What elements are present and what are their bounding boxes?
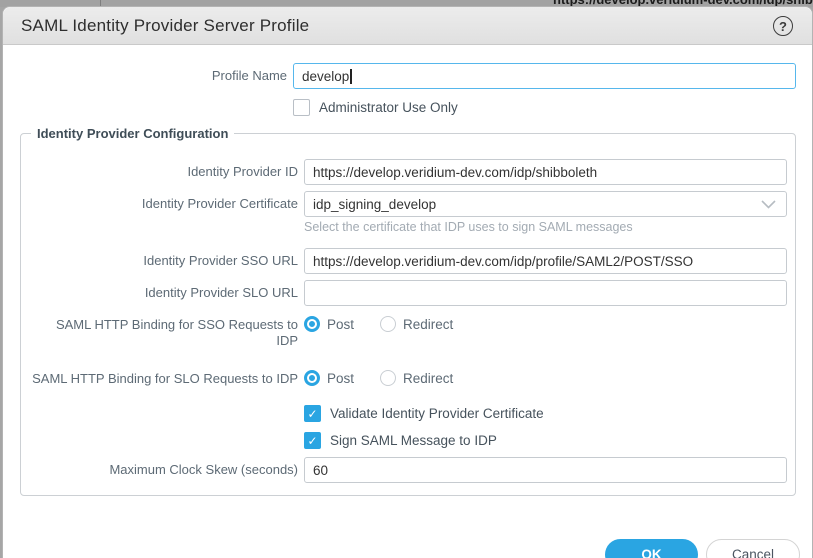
- dialog-title: SAML Identity Provider Server Profile: [21, 16, 309, 36]
- clock-skew-label: Maximum Clock Skew (seconds): [21, 462, 304, 478]
- dialog-body: Profile Name develop ✓ Administrator Use…: [3, 45, 812, 558]
- dialog-titlebar: SAML Identity Provider Server Profile ?: [3, 7, 812, 45]
- validate-cert-label: Validate Identity Provider Certificate: [330, 406, 544, 421]
- profile-name-row: Profile Name develop: [3, 63, 812, 89]
- clock-skew-input[interactable]: 60: [304, 457, 787, 483]
- radio-button-icon: [304, 316, 320, 332]
- radio-button-icon: [380, 316, 396, 332]
- idp-id-label: Identity Provider ID: [21, 164, 304, 180]
- text-cursor: [350, 69, 352, 84]
- dialog-footer: OK Cancel: [3, 539, 812, 558]
- ok-button[interactable]: OK: [605, 539, 698, 558]
- slo-binding-post-option[interactable]: Post: [304, 370, 354, 386]
- identity-provider-configuration-section: Identity Provider Configuration Identity…: [20, 126, 796, 496]
- sign-saml-label: Sign SAML Message to IDP: [330, 433, 497, 448]
- sso-binding-label: SAML HTTP Binding for SSO Requests to ID…: [21, 315, 304, 349]
- idp-id-input[interactable]: https://develop.veridium-dev.com/idp/shi…: [304, 159, 787, 185]
- idp-certificate-hint: Select the certificate that IDP uses to …: [304, 217, 633, 234]
- help-icon[interactable]: ?: [773, 16, 793, 36]
- idp-sso-url-row: Identity Provider SSO URL https://develo…: [21, 248, 787, 274]
- sso-binding-redirect-option[interactable]: Redirect: [380, 316, 453, 332]
- idp-certificate-value: idp_signing_develop: [313, 197, 761, 212]
- cancel-button[interactable]: Cancel: [706, 539, 800, 558]
- check-icon: ✓: [307, 408, 317, 420]
- clock-skew-row: Maximum Clock Skew (seconds) 60: [21, 457, 787, 483]
- idp-slo-url-input[interactable]: [304, 280, 787, 306]
- saml-idp-profile-dialog: SAML Identity Provider Server Profile ? …: [2, 6, 813, 558]
- idp-certificate-hint-row: Select the certificate that IDP uses to …: [21, 217, 787, 234]
- sso-binding-row: SAML HTTP Binding for SSO Requests to ID…: [21, 315, 787, 349]
- check-icon: ✓: [307, 435, 317, 447]
- idp-certificate-row: Identity Provider Certificate idp_signin…: [21, 191, 787, 217]
- admin-use-only-label: Administrator Use Only: [319, 100, 458, 115]
- sso-binding-post-option[interactable]: Post: [304, 316, 354, 332]
- validate-cert-row: ✓ Validate Identity Provider Certificate: [21, 405, 787, 422]
- admin-use-only-checkbox[interactable]: ✓: [293, 99, 310, 116]
- idp-slo-url-label: Identity Provider SLO URL: [21, 285, 304, 301]
- radio-button-icon: [304, 370, 320, 386]
- profile-name-input[interactable]: develop: [293, 63, 796, 89]
- idp-slo-url-row: Identity Provider SLO URL: [21, 280, 787, 306]
- profile-name-value: develop: [302, 69, 349, 84]
- slo-binding-label: SAML HTTP Binding for SLO Requests to ID…: [21, 369, 304, 387]
- slo-binding-redirect-option[interactable]: Redirect: [380, 370, 453, 386]
- radio-button-icon: [380, 370, 396, 386]
- validate-cert-checkbox[interactable]: ✓: [304, 405, 321, 422]
- sign-saml-checkbox[interactable]: ✓: [304, 432, 321, 449]
- idp-certificate-select[interactable]: idp_signing_develop: [304, 191, 787, 217]
- profile-name-label: Profile Name: [3, 68, 293, 84]
- slo-binding-row: SAML HTTP Binding for SLO Requests to ID…: [21, 369, 787, 387]
- idp-certificate-label: Identity Provider Certificate: [21, 196, 304, 212]
- chevron-down-icon: [761, 197, 776, 212]
- idp-sso-url-label: Identity Provider SSO URL: [21, 253, 304, 269]
- idp-sso-url-input[interactable]: https://develop.veridium-dev.com/idp/pro…: [304, 248, 787, 274]
- admin-use-only-row: ✓ Administrator Use Only: [3, 99, 812, 116]
- section-title: Identity Provider Configuration: [31, 126, 234, 141]
- sign-saml-row: ✓ Sign SAML Message to IDP: [21, 432, 787, 449]
- idp-id-row: Identity Provider ID https://develop.ver…: [21, 159, 787, 185]
